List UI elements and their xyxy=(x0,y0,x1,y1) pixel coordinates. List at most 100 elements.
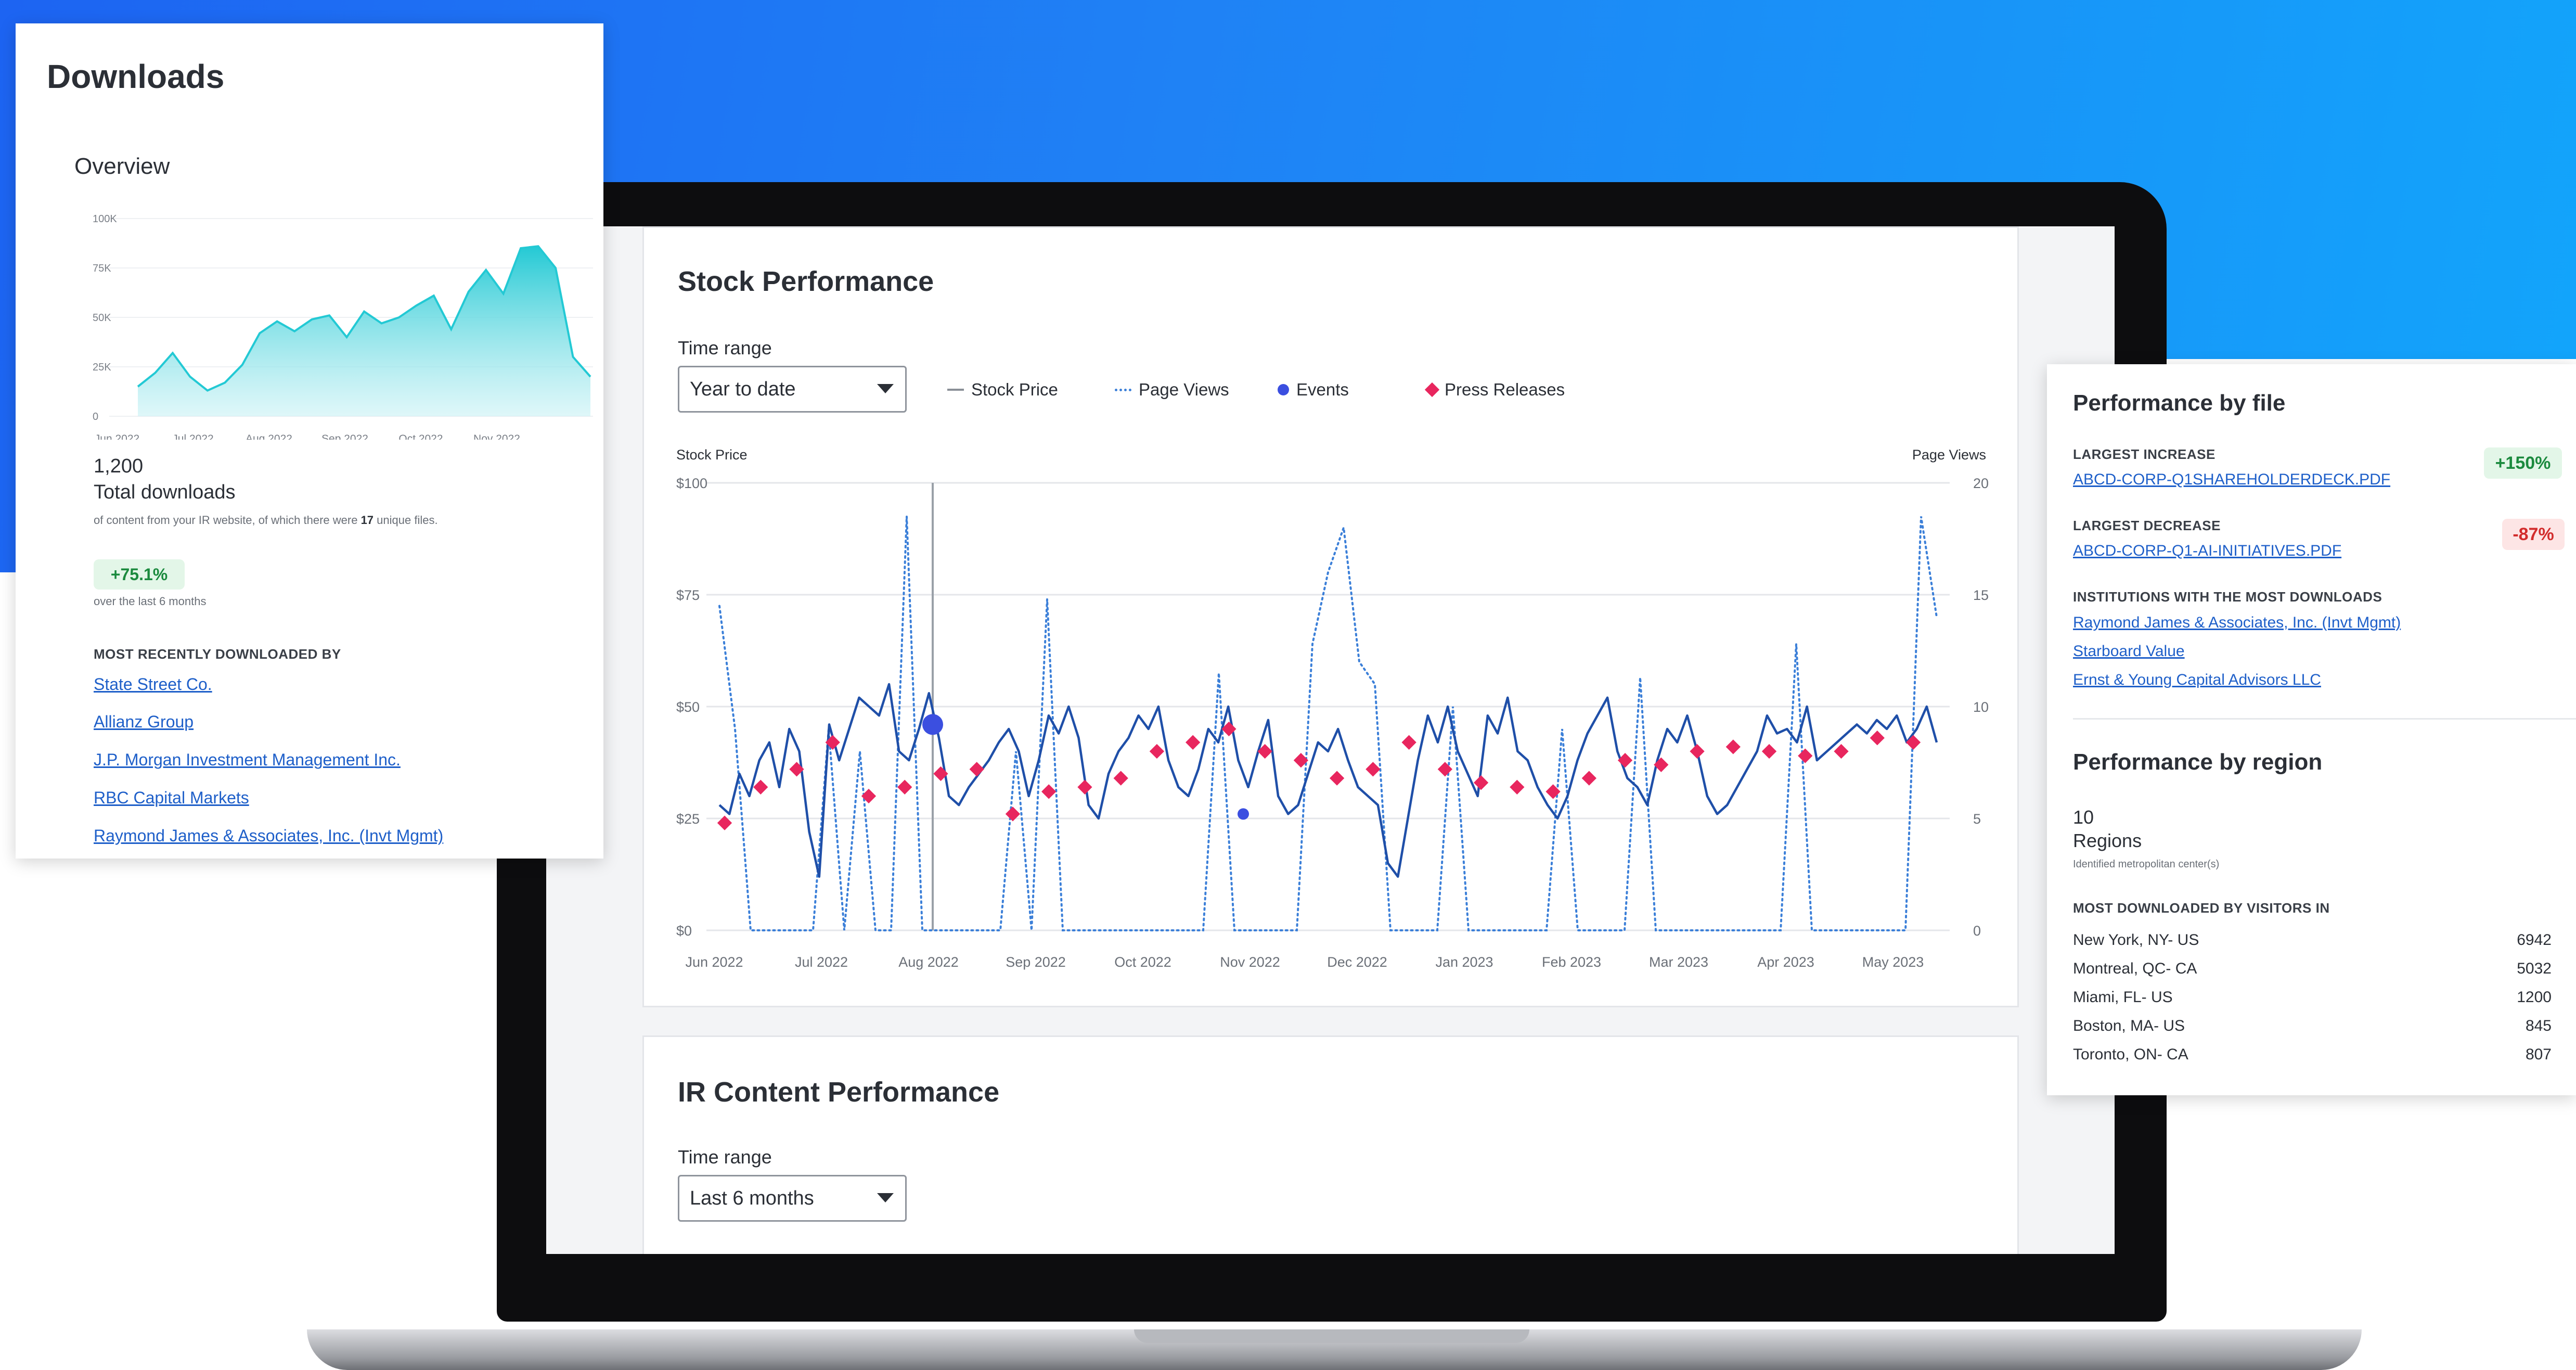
ir-content-title: IR Content Performance xyxy=(678,1077,1000,1108)
regions-value: 10 xyxy=(2073,806,2094,828)
region-value: 6942 xyxy=(2517,931,2552,949)
left-tick-label: $50 xyxy=(676,699,700,715)
stock-performance-panel: Stock Performance Time range Year to dat… xyxy=(642,226,2019,1007)
change-caption: over the last 6 months xyxy=(94,595,207,608)
region-row: Montreal, QC- CA 5032 xyxy=(2073,960,2552,978)
x-tick-label: Jun 2022 xyxy=(95,433,139,440)
x-tick-label: Sep 2022 xyxy=(1006,954,1066,970)
institutions-heading: INSTITUTIONS WITH THE MOST DOWNLOADS xyxy=(2073,589,2382,605)
stock-performance-chart: Stock Price Page Views $100 20 $75 15 $50 10 $25… xyxy=(676,447,1989,970)
recent-link-2[interactable]: J.P. Morgan Investment Management Inc. xyxy=(94,750,401,770)
x-tick-label: Apr 2023 xyxy=(1757,954,1814,970)
institution-link-1[interactable]: Starboard Value xyxy=(2073,643,2185,660)
legend-events[interactable]: Events xyxy=(1278,380,1349,400)
circle-icon xyxy=(1278,384,1289,395)
press-release-marker xyxy=(1834,744,1849,759)
largest-decrease-file-link[interactable]: ABCD-CORP-Q1-AI-INITIATIVES.PDF xyxy=(2073,542,2341,560)
legend-press-releases[interactable]: Press Releases xyxy=(1424,380,1565,400)
region-value: 807 xyxy=(2525,1046,2552,1063)
institution-link-0[interactable]: Raymond James & Associates, Inc. (Invt M… xyxy=(2073,614,2401,632)
laptop-notch xyxy=(1134,1329,1529,1343)
press-release-marker xyxy=(1077,779,1092,795)
institution-link-2[interactable]: Ernst & Young Capital Advisors LLC xyxy=(2073,671,2321,689)
x-tick-label: Aug 2022 xyxy=(246,433,292,440)
diamond-icon xyxy=(1424,382,1440,398)
total-downloads-description: of content from your IR website, of whic… xyxy=(94,514,438,527)
largest-decrease-badge: -87% xyxy=(2502,519,2565,550)
y-tick-label: 25K xyxy=(93,362,111,373)
press-release-marker xyxy=(1186,735,1201,750)
time-range-select[interactable]: Year to date xyxy=(678,366,907,413)
x-tick-label: Jan 2023 xyxy=(1435,954,1493,970)
performance-by-region-title: Performance by region xyxy=(2073,749,2323,775)
press-release-marker xyxy=(1725,739,1741,754)
press-release-marker xyxy=(1366,762,1381,777)
chevron-down-icon xyxy=(877,384,894,393)
press-release-marker xyxy=(1870,731,1885,746)
largest-increase-file-link[interactable]: ABCD-CORP-Q1SHAREHOLDERDECK.PDF xyxy=(2073,471,2390,489)
region-row: Toronto, ON- CA 807 xyxy=(2073,1046,2552,1064)
largest-decrease-heading: LARGEST DECREASE xyxy=(2073,518,2221,533)
press-release-marker xyxy=(1761,744,1777,759)
press-release-marker xyxy=(1581,771,1596,786)
x-tick-label: Jun 2022 xyxy=(685,954,743,970)
x-tick-label: Sep 2022 xyxy=(321,433,368,440)
downloads-area xyxy=(138,246,590,416)
ir-time-range-select[interactable]: Last 6 months xyxy=(678,1175,907,1222)
x-tick-label: Nov 2022 xyxy=(473,433,520,440)
press-release-marker xyxy=(1113,771,1128,786)
press-release-marker xyxy=(1329,771,1345,786)
stock-performance-title: Stock Performance xyxy=(678,266,934,297)
press-release-marker xyxy=(897,779,912,795)
right-axis-title: Page Views xyxy=(1912,447,1986,463)
x-tick-label: Aug 2022 xyxy=(898,954,959,970)
left-tick-label: $0 xyxy=(676,923,692,939)
region-value: 5032 xyxy=(2517,960,2552,977)
time-range-value: Year to date xyxy=(690,378,796,400)
region-row: Boston, MA- US 845 xyxy=(2073,1017,2552,1035)
x-tick-label: May 2023 xyxy=(1862,954,1924,970)
recent-link-0[interactable]: State Street Co. xyxy=(94,675,212,694)
left-tick-label: $75 xyxy=(676,587,700,603)
region-name: Montreal, QC- CA xyxy=(2073,960,2197,977)
downloads-overview-chart: 100K 75K 50K 25K 0 Jun 2022 Jul 2022 Aug 2022 Se… xyxy=(93,213,593,440)
x-tick-label: Oct 2022 xyxy=(398,433,443,440)
press-release-marker xyxy=(1510,779,1525,795)
divider xyxy=(2073,718,2576,720)
event-marker xyxy=(1238,808,1249,820)
region-name: New York, NY- US xyxy=(2073,931,2199,949)
region-value: 1200 xyxy=(2517,989,2552,1006)
press-release-marker xyxy=(1690,744,1705,759)
event-marker xyxy=(922,714,943,735)
right-tick-label: 15 xyxy=(1973,587,1989,603)
regions-label: Regions xyxy=(2073,830,2142,851)
y-tick-label: 50K xyxy=(93,312,111,324)
solid-line-icon xyxy=(947,389,964,391)
y-tick-label: 75K xyxy=(93,263,111,274)
chevron-down-icon xyxy=(877,1193,894,1202)
legend-stock-price[interactable]: Stock Price xyxy=(947,380,1058,400)
recent-link-1[interactable]: Allianz Group xyxy=(94,712,194,732)
x-tick-label: Feb 2023 xyxy=(1542,954,1601,970)
press-release-marker xyxy=(753,779,768,795)
legend-page-views[interactable]: Page Views xyxy=(1115,380,1229,400)
region-name: Boston, MA- US xyxy=(2073,1017,2185,1034)
left-tick-label: $25 xyxy=(676,811,700,827)
press-release-marker xyxy=(1401,735,1416,750)
recent-link-4[interactable]: Raymond James & Associates, Inc. (Invt M… xyxy=(94,826,443,846)
right-tick-label: 0 xyxy=(1973,923,1981,939)
performance-by-file-title: Performance by file xyxy=(2073,390,2286,416)
total-downloads-value: 1,200 xyxy=(94,455,144,477)
right-tick-label: 5 xyxy=(1973,811,1981,827)
change-badge: +75.1% xyxy=(94,559,185,590)
left-tick-label: $100 xyxy=(676,476,707,491)
region-row: New York, NY- US 6942 xyxy=(2073,931,2552,949)
regions-caption: Identified metropolitan center(s) xyxy=(2073,859,2220,870)
x-tick-label: Oct 2022 xyxy=(1114,954,1171,970)
recent-link-3[interactable]: RBC Capital Markets xyxy=(94,788,249,808)
downloads-card: Downloads Overview 100K 75K 50K 25K 0 Jun 202… xyxy=(16,23,603,859)
recently-downloaded-heading: MOST RECENTLY DOWNLOADED BY xyxy=(94,646,341,662)
x-tick-label: Jul 2022 xyxy=(172,433,213,440)
press-release-marker xyxy=(1041,784,1057,799)
region-name: Miami, FL- US xyxy=(2073,989,2173,1006)
